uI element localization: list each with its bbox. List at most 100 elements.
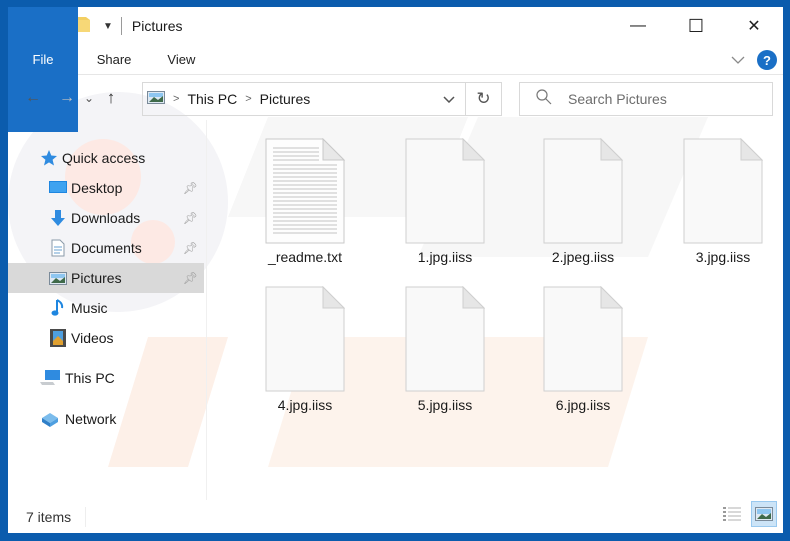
sidebar-item-music[interactable]: Music — [8, 293, 204, 323]
file-name: 1.jpg.iiss — [417, 249, 473, 265]
chevron-down-icon — [443, 95, 455, 103]
videos-icon — [49, 329, 67, 347]
blank-file-icon — [543, 286, 623, 392]
breadcrumb-separator: > — [173, 93, 180, 105]
maximize-button[interactable]: ☐ — [667, 7, 725, 45]
sidebar-item-label: Videos — [71, 330, 114, 346]
help-button[interactable]: ? — [757, 50, 777, 70]
blank-file-icon — [543, 138, 623, 244]
desktop-icon — [49, 179, 67, 197]
ribbon-tabs: File Home Share View ? — [8, 7, 783, 132]
maximize-icon: ☐ — [687, 15, 705, 36]
sidebar-item-documents[interactable]: Documents 📌︎ — [8, 233, 204, 263]
large-icons-view-icon — [755, 507, 773, 521]
refresh-button[interactable]: ↻ — [465, 83, 501, 115]
close-button[interactable]: ✕ — [725, 7, 783, 45]
pin-icon[interactable]: 📌︎ — [183, 211, 198, 225]
sidebar-item-network[interactable]: Network — [8, 404, 204, 434]
sidebar-item-label: Music — [71, 300, 108, 316]
text-file-icon — [265, 138, 345, 244]
sidebar-item-quick-access[interactable]: Quick access — [8, 143, 204, 173]
pin-icon[interactable]: 📌︎ — [183, 181, 198, 195]
pictures-icon — [49, 269, 67, 287]
details-view-icon — [723, 507, 741, 521]
back-button[interactable]: ← — [20, 83, 46, 113]
recent-locations-button[interactable]: ⌄ — [80, 83, 98, 113]
sidebar-item-downloads[interactable]: Downloads 📌︎ — [8, 203, 204, 233]
file-name: 4.jpg.iiss — [277, 397, 333, 413]
search-box[interactable] — [519, 82, 773, 116]
sidebar-item-this-pc[interactable]: This PC — [8, 363, 204, 393]
sidebar-item-label: Documents — [71, 240, 142, 256]
sidebar-item-label: Pictures — [71, 270, 122, 286]
search-icon — [536, 89, 552, 109]
sidebar-item-label: Network — [65, 411, 117, 427]
search-input[interactable] — [568, 91, 758, 107]
expand-ribbon-button[interactable] — [731, 51, 745, 69]
status-bar: 7 items — [8, 500, 783, 533]
navigation-pane: Quick access Desktop 📌︎ Downloads 📌︎ Doc… — [8, 120, 206, 500]
blank-file-icon — [405, 138, 485, 244]
title-bar: ▼ Pictures — ☐ ✕ — [8, 7, 783, 45]
pin-icon[interactable]: 📌︎ — [183, 241, 198, 255]
pane-divider[interactable] — [206, 120, 207, 500]
pin-icon[interactable]: 📌︎ — [183, 271, 198, 285]
separator — [85, 506, 87, 527]
minimize-button[interactable]: — — [609, 7, 667, 45]
sidebar-item-label: Downloads — [71, 210, 141, 226]
item-count: 7 items — [26, 508, 72, 525]
file-item[interactable]: 4.jpg.iiss — [240, 268, 370, 413]
back-arrow-icon: ← — [25, 89, 41, 106]
address-dropdown-button[interactable] — [433, 83, 465, 115]
file-item[interactable]: 5.jpg.iiss — [380, 268, 510, 413]
file-name: 5.jpg.iiss — [417, 397, 473, 413]
sidebar-item-pictures[interactable]: Pictures 📌︎ — [8, 263, 204, 293]
minimize-icon: — — [630, 17, 646, 34]
close-icon: ✕ — [747, 18, 761, 35]
refresh-icon: ↻ — [476, 89, 491, 108]
file-list: _readme.txt 1.jpg.iiss 2.jpeg.iiss 3.jpg… — [208, 120, 783, 500]
sidebar-item-label: Desktop — [71, 180, 123, 196]
large-icons-view-button[interactable] — [751, 501, 777, 527]
window-title: Pictures — [131, 18, 183, 34]
blank-file-icon — [405, 286, 485, 392]
forward-button[interactable]: → — [54, 83, 80, 113]
file-name: 3.jpg.iiss — [695, 249, 751, 265]
navigation-bar: ← → ⌄ ↑ > This PC > Pictures ↻ — [8, 76, 783, 120]
file-item[interactable]: 6.jpg.iiss — [518, 268, 648, 413]
details-view-button[interactable] — [719, 501, 745, 527]
file-item[interactable]: _readme.txt — [240, 120, 370, 265]
blank-file-icon — [683, 138, 763, 244]
forward-arrow-icon: → — [59, 89, 75, 106]
chevron-down-icon: ⌄ — [83, 91, 95, 105]
tab-view[interactable]: View — [149, 45, 213, 75]
breadcrumb-separator: > — [245, 93, 252, 105]
sidebar-item-desktop[interactable]: Desktop 📌︎ — [8, 173, 204, 203]
explorer-window: ▼ Pictures — ☐ ✕ File Home Share View ? … — [8, 7, 783, 533]
sidebar-item-label: Quick access — [62, 150, 146, 166]
address-bar[interactable]: > This PC > Pictures ↻ — [142, 82, 502, 116]
file-item[interactable]: 3.jpg.iiss — [658, 120, 783, 265]
network-icon — [39, 410, 61, 428]
sidebar-item-label: This PC — [65, 370, 115, 386]
blank-file-icon — [265, 286, 345, 392]
file-name: 6.jpg.iiss — [555, 397, 611, 413]
documents-icon — [49, 239, 67, 257]
customize-toolbar-dropdown[interactable]: ▼ — [103, 21, 113, 32]
sidebar-item-videos[interactable]: Videos — [8, 323, 204, 353]
file-item[interactable]: 1.jpg.iiss — [380, 120, 510, 265]
tab-share[interactable]: Share — [79, 45, 150, 75]
download-icon — [49, 209, 67, 227]
file-name: _readme.txt — [268, 249, 342, 265]
new-folder-icon[interactable] — [77, 15, 91, 38]
file-name: 2.jpeg.iiss — [551, 249, 615, 265]
up-button[interactable]: ↑ — [98, 83, 124, 113]
up-arrow-icon: ↑ — [106, 88, 116, 107]
breadcrumb-this-pc[interactable]: This PC — [187, 91, 237, 107]
star-icon — [40, 149, 58, 167]
music-icon — [49, 299, 67, 317]
breadcrumb-pictures[interactable]: Pictures — [260, 91, 311, 107]
chevron-down-icon — [731, 56, 745, 64]
file-item[interactable]: 2.jpeg.iiss — [518, 120, 648, 265]
pictures-location-icon — [147, 91, 165, 107]
